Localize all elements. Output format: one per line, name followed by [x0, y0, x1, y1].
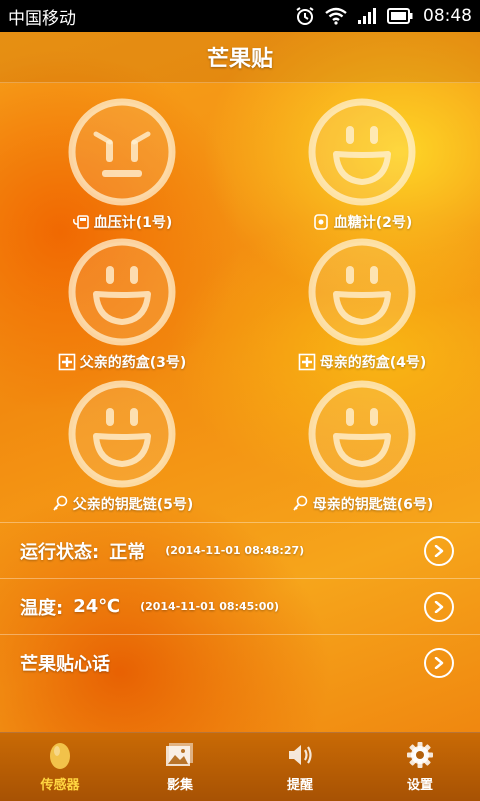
temperature-label: 温度:: [20, 597, 64, 619]
keychain-icon: [293, 495, 308, 511]
running-status-arrow-button[interactable]: [424, 535, 454, 566]
bottom-tab-bar: 传感器 影集 提醒 设置: [0, 732, 480, 801]
smiley-face-icon: [308, 238, 416, 346]
worried-face-icon: [68, 98, 176, 206]
device-father-keychain[interactable]: 父亲的钥匙链(5号): [22, 378, 222, 518]
tab-label: 传感器: [40, 778, 80, 793]
device-label: 血糖计(2号): [262, 212, 462, 232]
device-label: 母亲的药盒(4号): [262, 352, 462, 372]
glucose-meter-icon: [313, 214, 328, 230]
tab-label: 设置: [406, 778, 433, 793]
medicine-box-icon: [298, 353, 316, 371]
device-mother-medicine-box[interactable]: 母亲的药盒(4号): [262, 236, 462, 376]
gear-icon: [407, 742, 433, 768]
device-label: 母亲的钥匙链(6号): [262, 494, 462, 514]
photo-album-icon: [166, 743, 193, 766]
keychain-icon: [53, 495, 68, 511]
device-mother-keychain[interactable]: 母亲的钥匙链(6号): [262, 378, 462, 518]
tab-settings[interactable]: 设置: [360, 733, 480, 801]
device-glucose-meter[interactable]: 血糖计(2号): [262, 96, 462, 236]
chevron-right-icon: [434, 656, 444, 669]
wifi-icon: [325, 7, 347, 25]
running-status-time: (2014-11-01 08:48:27): [165, 544, 305, 557]
temperature-row[interactable]: 温度: 24℃ (2014-11-01 08:45:00): [0, 578, 480, 634]
heart-talk-row[interactable]: 芒果贴心话: [0, 634, 480, 690]
device-blood-pressure[interactable]: 血压计(1号): [22, 96, 222, 236]
sensor-mango-icon: [50, 743, 70, 769]
tab-sensor[interactable]: 传感器: [0, 733, 120, 801]
alarm-icon: [296, 7, 314, 25]
running-status-row[interactable]: 运行状态: 正常 (2014-11-01 08:48:27): [0, 522, 480, 578]
smiley-face-icon: [68, 238, 176, 346]
system-status-bar: 中国移动 08:48: [0, 0, 480, 32]
device-label: 血压计(1号): [22, 212, 222, 232]
temperature-time: (2014-11-01 08:45:00): [140, 600, 280, 613]
tab-reminder[interactable]: 提醒: [240, 733, 360, 801]
page-title: 芒果贴: [206, 47, 273, 72]
clock-time: 08:48: [423, 6, 472, 26]
temperature-value: 24℃: [73, 596, 121, 617]
carrier-name: 中国移动: [8, 8, 76, 29]
smiley-face-icon: [308, 98, 416, 206]
app-screen: 芒果贴 血压计(1号) 血糖计(2号) 父亲的药盒(3号) 母亲的药盒(4号) …: [0, 32, 480, 801]
heart-talk-label: 芒果贴心话: [20, 653, 110, 675]
medicine-box-icon: [58, 353, 76, 371]
heart-talk-arrow-button[interactable]: [424, 647, 454, 678]
tab-label: 提醒: [286, 778, 313, 793]
chevron-right-icon: [434, 600, 444, 613]
running-status-label: 运行状态:: [20, 541, 100, 563]
status-icons: 08:48: [295, 6, 472, 26]
smiley-face-icon: [308, 380, 416, 488]
running-status-value: 正常: [109, 541, 146, 563]
blood-pressure-meter-icon: [72, 215, 89, 229]
device-label: 父亲的药盒(3号): [22, 352, 222, 372]
chevron-right-icon: [434, 544, 444, 557]
temperature-arrow-button[interactable]: [424, 591, 454, 622]
status-list: 运行状态: 正常 (2014-11-01 08:48:27) 温度: 24℃ (…: [0, 522, 480, 690]
device-father-medicine-box[interactable]: 父亲的药盒(3号): [22, 236, 222, 376]
smiley-face-icon: [68, 380, 176, 488]
signal-icon: [358, 8, 376, 24]
speaker-icon: [289, 745, 312, 765]
title-bar: 芒果贴: [0, 32, 480, 83]
tab-label: 影集: [166, 778, 193, 793]
battery-icon: [387, 8, 413, 24]
tab-album[interactable]: 影集: [120, 733, 240, 801]
device-label: 父亲的钥匙链(5号): [22, 494, 222, 514]
